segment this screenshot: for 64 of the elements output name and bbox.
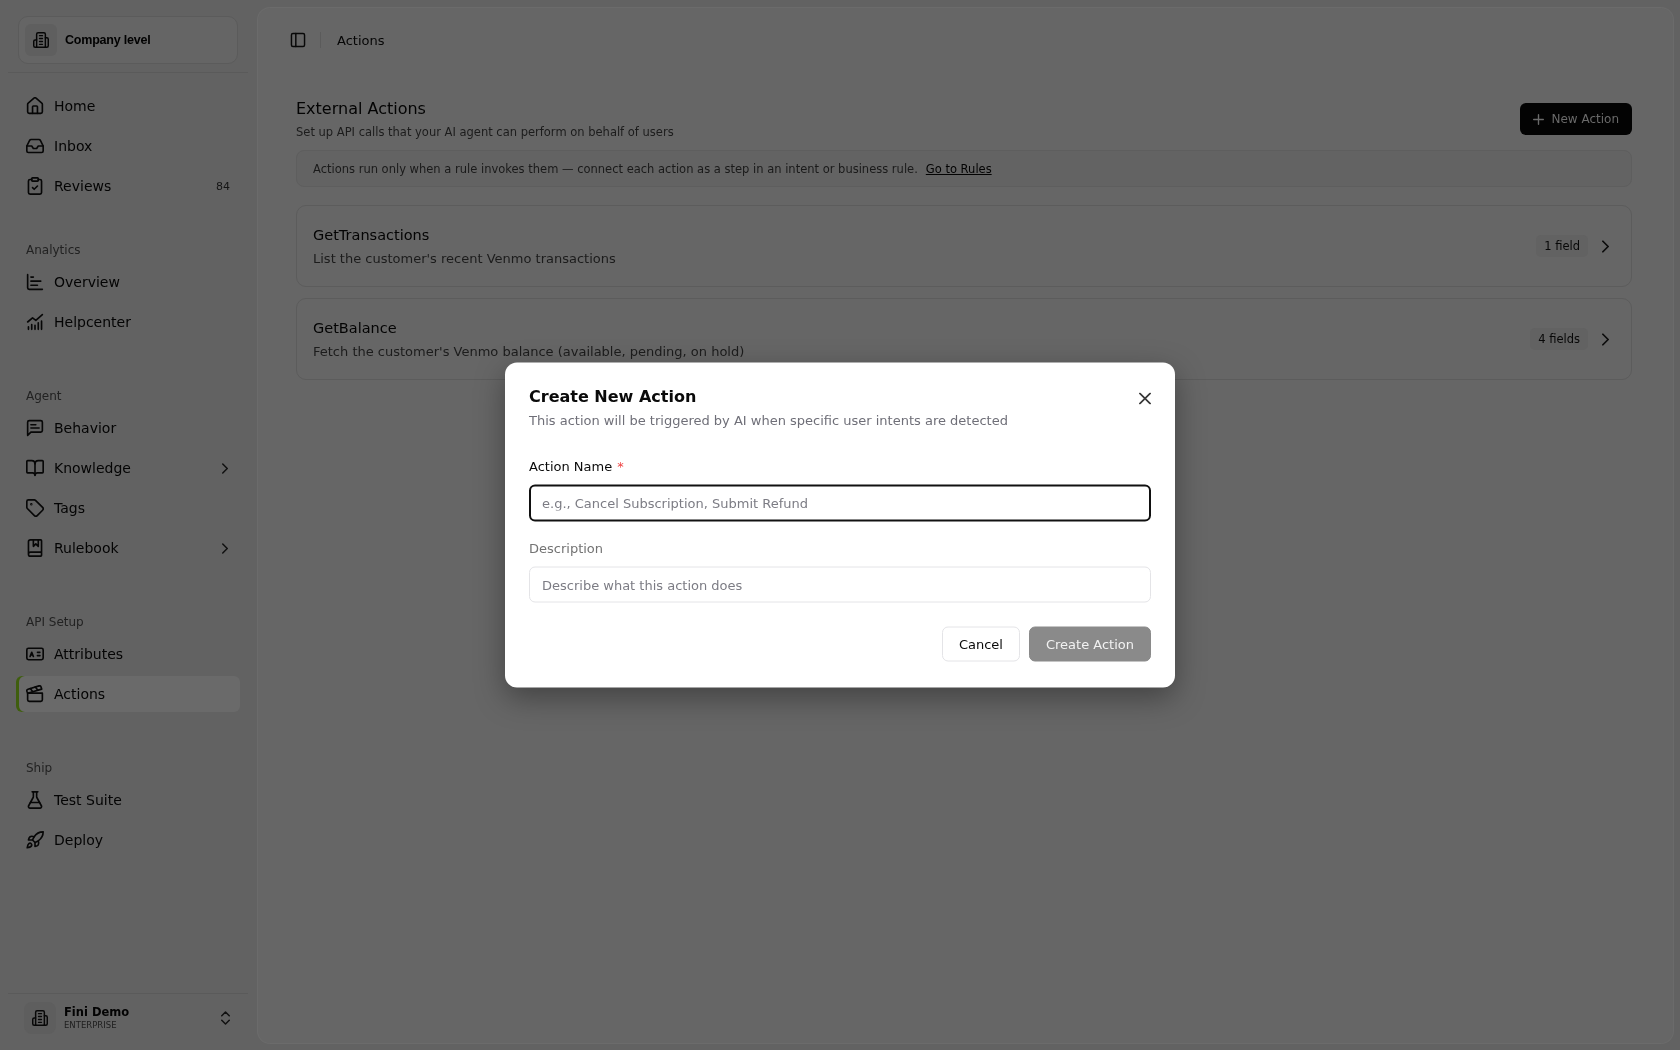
nav-item[interactable]: Rulebook [16, 530, 240, 566]
field-count: 1 field [1536, 235, 1588, 257]
inbox-icon [26, 137, 44, 155]
account-switcher[interactable]: Fini Demo ENTERPRISE [16, 1002, 240, 1034]
book-icon [26, 459, 44, 477]
required-mark: * [617, 457, 624, 476]
clapperboard-icon [26, 685, 44, 703]
bookmark-book-icon [26, 539, 44, 557]
cancel-button[interactable]: Cancel [941, 626, 1020, 662]
page-title: External Actions [296, 98, 426, 120]
rocket-icon [26, 831, 44, 849]
nav-item[interactable]: Deploy [16, 822, 240, 858]
action-card[interactable]: GetTransactions List the customer's recent Venmo transactions 1 field [296, 205, 1632, 287]
action-description: List the customer's recent Venmo transactions [313, 249, 616, 268]
chevron-right-icon [1602, 332, 1609, 346]
dialog-subtitle: This action will be triggered by AI when specific user intents are detected [529, 411, 1008, 430]
account-name: Fini Demo [64, 1005, 130, 1019]
nav-item[interactable]: Home [16, 88, 240, 124]
action-description: Fetch the customer's Venmo balance (available, pending, on hold) [313, 342, 745, 361]
section-label: API Setup [25, 614, 84, 631]
action-name: GetBalance [313, 318, 397, 338]
nav-item[interactable]: Behavior [16, 410, 240, 446]
nav-item[interactable]: Actions [16, 676, 240, 712]
field-label: Action Name [529, 457, 613, 476]
action-name: GetTransactions [313, 225, 430, 245]
workspace-selector[interactable]: Company level [18, 16, 238, 64]
rising-chart-icon [26, 313, 44, 331]
action-card[interactable]: GetBalance Fetch the customer's Venmo balance (available, pending, on hold) 4 fields [296, 298, 1632, 380]
house-icon [26, 97, 44, 115]
section-label: Ship [25, 760, 53, 777]
review-count: 84 [216, 179, 230, 193]
banner-text: Actions run only when a rule invokes them — connect each action as a step in an intent or business rule. [313, 161, 918, 176]
nav-item[interactable]: Inbox [16, 128, 240, 164]
tag-icon [26, 499, 44, 517]
new-action-button[interactable]: New Action [1520, 103, 1632, 135]
message-icon [26, 419, 44, 437]
flask-icon [26, 791, 44, 809]
nav-item[interactable]: Helpcenter [16, 304, 240, 340]
nav-item[interactable]: Test Suite [16, 782, 240, 818]
nav-item[interactable]: Overview [16, 264, 240, 300]
go-to-rules-link[interactable]: Go to Rules [925, 161, 992, 176]
input-field[interactable]: e.g., Cancel Subscription, Submit Refund [529, 484, 1151, 522]
sidebar-panel-icon [290, 32, 306, 48]
chevron-up-down-icon [221, 1011, 230, 1025]
id-card-icon [26, 645, 44, 663]
bar-chart-icon [26, 273, 44, 291]
clipboard-check-icon [26, 177, 44, 195]
chevron-right-icon [1602, 239, 1609, 253]
field-label: Description [529, 539, 604, 558]
section-label: Analytics [25, 242, 81, 259]
dialog-title: Create New Action [529, 386, 697, 407]
section-label: Agent [25, 388, 62, 405]
nav-item[interactable]: Tags [16, 490, 240, 526]
plus-icon [1533, 113, 1545, 125]
page-subtitle: Set up API calls that your AI agent can perform on behalf of users [296, 124, 674, 140]
building-icon [25, 24, 57, 56]
breadcrumb-current: Actions [337, 32, 385, 48]
field-count: 4 fields [1530, 328, 1588, 350]
account-plan: ENTERPRISE [64, 1019, 117, 1031]
building-icon [24, 1002, 56, 1034]
nav-item[interactable]: Knowledge [16, 450, 240, 486]
nav-item[interactable]: Attributes [16, 636, 240, 672]
close-icon [1139, 392, 1151, 405]
nav-item[interactable]: Reviews 84 [16, 168, 240, 204]
